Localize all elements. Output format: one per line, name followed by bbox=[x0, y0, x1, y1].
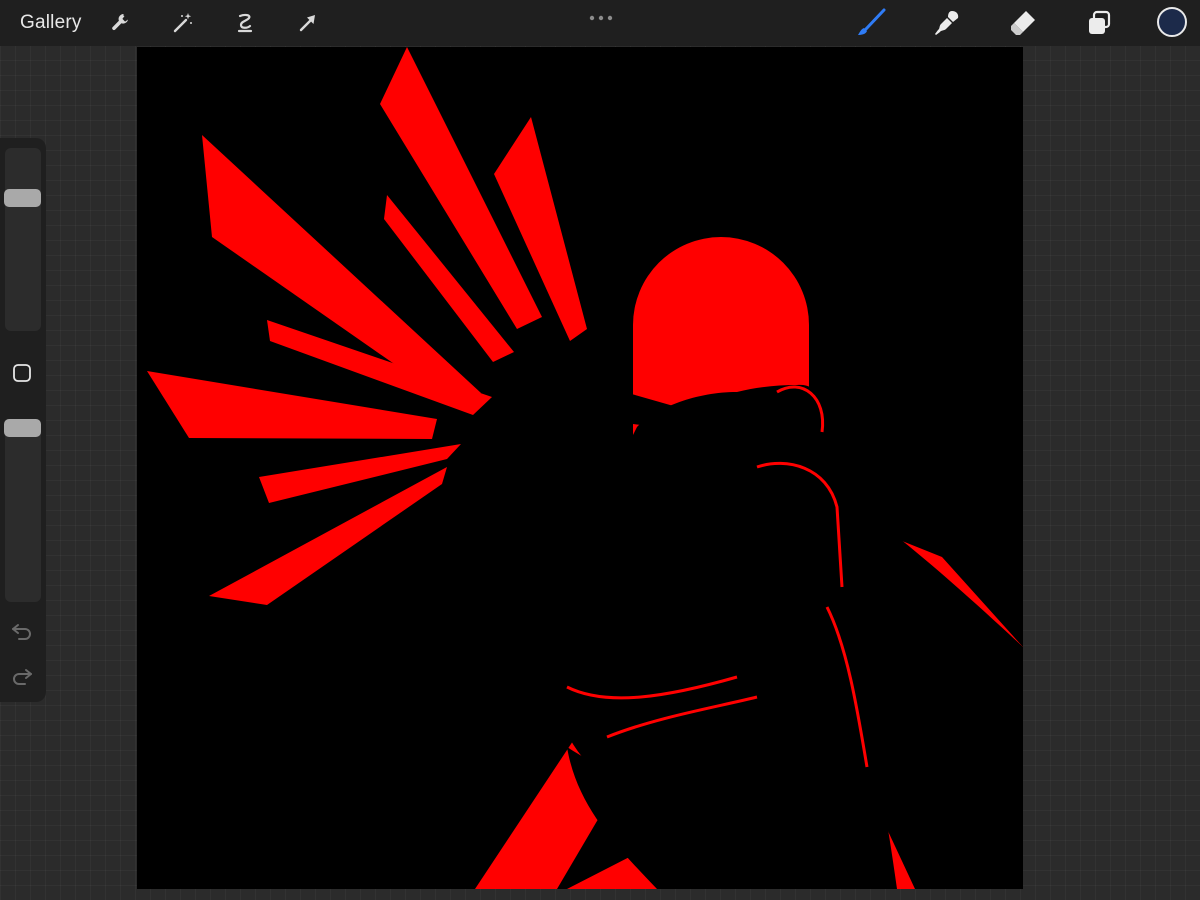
drawing-canvas[interactable] bbox=[137, 47, 1023, 889]
transform-button[interactable] bbox=[293, 8, 323, 38]
brush-button[interactable] bbox=[856, 8, 886, 38]
layers-button[interactable] bbox=[1084, 8, 1114, 38]
undo-icon[interactable] bbox=[10, 621, 34, 641]
eraser-button[interactable] bbox=[1008, 8, 1038, 38]
brush-size-thumb[interactable] bbox=[4, 189, 41, 208]
square-icon bbox=[12, 363, 32, 388]
wrench-icon bbox=[109, 11, 133, 35]
color-picker-button[interactable] bbox=[1157, 7, 1187, 37]
selection-button[interactable] bbox=[230, 8, 260, 38]
opacity-thumb[interactable] bbox=[4, 419, 41, 437]
opacity-slider[interactable] bbox=[5, 419, 41, 602]
left-sidebar bbox=[0, 138, 46, 702]
drag-handle-icon[interactable] bbox=[589, 8, 613, 21]
magic-wand-icon bbox=[171, 11, 195, 35]
smudge-button[interactable] bbox=[932, 8, 962, 38]
eraser-icon bbox=[1008, 8, 1038, 38]
brush-size-slider[interactable] bbox=[5, 148, 41, 331]
redo-icon[interactable] bbox=[10, 666, 34, 686]
layers-icon bbox=[1085, 9, 1113, 37]
gallery-button[interactable]: Gallery bbox=[20, 12, 82, 34]
brush-icon bbox=[855, 7, 887, 39]
actions-button[interactable] bbox=[106, 8, 136, 38]
modify-button[interactable] bbox=[11, 363, 33, 388]
artwork bbox=[137, 47, 1023, 889]
top-toolbar: Gallery bbox=[0, 0, 1200, 46]
selection-icon bbox=[233, 11, 257, 35]
transform-arrow-icon bbox=[296, 11, 320, 35]
smudge-icon bbox=[932, 8, 962, 38]
adjustments-button[interactable] bbox=[168, 8, 198, 38]
